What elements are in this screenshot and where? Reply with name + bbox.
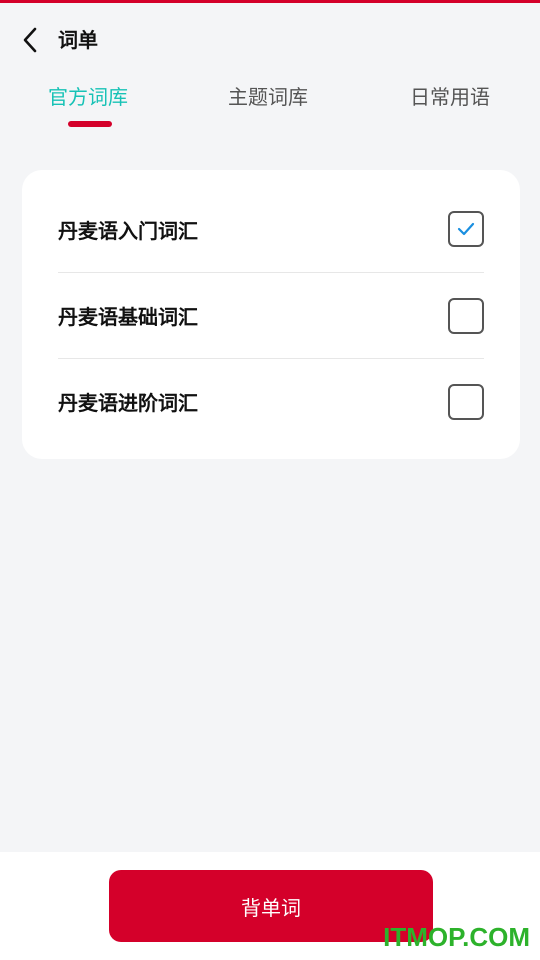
checkmark-icon [457,222,475,236]
checkbox-checked[interactable] [448,211,484,247]
tab-bar: 官方词库 主题词库 日常用语 [0,80,540,130]
header: 词单 [0,18,540,62]
tab-topic-lexicon[interactable]: 主题词库 [228,80,308,114]
page-title: 词单 [58,28,98,52]
active-tab-indicator [68,121,112,127]
list-item-label: 丹麦语基础词汇 [58,305,198,329]
back-button[interactable] [14,22,48,58]
watermark: ITMOP.COM [383,922,530,952]
list-item-label: 丹麦语入门词汇 [58,218,198,243]
checkbox-unchecked[interactable] [448,383,484,420]
bottom-bar: 背单词 ITMOP.COM [0,852,540,960]
checkbox-unchecked[interactable] [448,297,484,334]
list-item-beginner[interactable]: 丹麦语入门词汇 [58,186,484,272]
status-accent-line [0,0,540,3]
tab-official-lexicon[interactable]: 官方词库 [48,80,128,114]
tab-daily-phrases[interactable]: 日常用语 [410,80,490,114]
chevron-left-icon [23,27,37,53]
list-item-label: 丹麦语进阶词汇 [58,391,198,415]
list-item-basic[interactable]: 丹麦语基础词汇 [58,272,484,358]
word-list-card: 丹麦语入门词汇 丹麦语基础词汇 丹麦语进阶词汇 [22,170,520,459]
list-item-advanced[interactable]: 丹麦语进阶词汇 [58,358,484,444]
app-screen: 词单 官方词库 主题词库 日常用语 丹麦语入门词汇 丹麦语基础词汇 丹麦语进阶词… [0,0,540,960]
